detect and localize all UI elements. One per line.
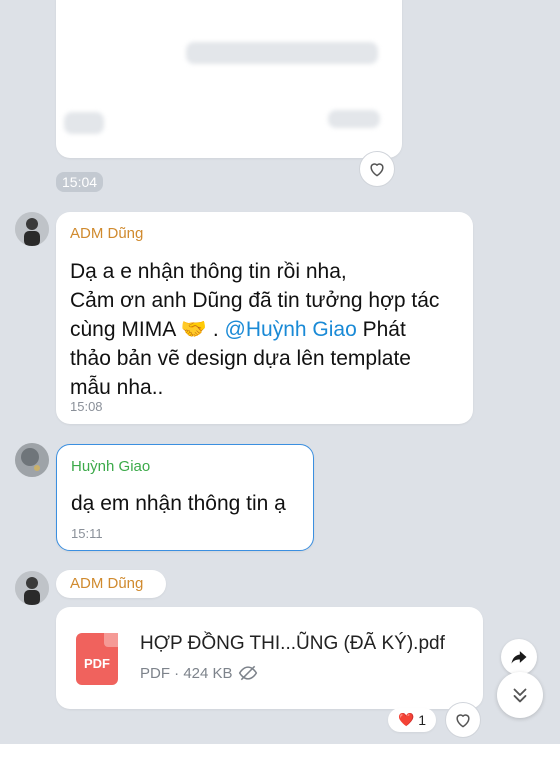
message-time: 15:04: [56, 172, 104, 192]
reaction-chip[interactable]: ❤️ 1: [388, 708, 436, 732]
heart-icon: [370, 163, 384, 177]
message-bubble[interactable]: ADM Dũng Dạ a e nhận thông tin rồi nha, …: [56, 212, 473, 424]
file-meta-row: PDF · 424 KB: [140, 663, 258, 683]
message-bubble-selected[interactable]: Huỳnh Giao dạ em nhận thông tin ạ 15:11: [56, 444, 314, 551]
avatar[interactable]: [15, 443, 49, 477]
message-line: mẫu nha..: [70, 376, 164, 399]
sender-name[interactable]: ADM Dũng: [70, 575, 143, 592]
heart-icon: [456, 714, 470, 728]
heart-reaction-icon: ❤️: [398, 712, 415, 727]
sender-name-chip[interactable]: ADM Dũng: [56, 570, 166, 598]
eye-off-icon: [238, 665, 257, 681]
reaction-count: 1: [418, 712, 426, 728]
message-text: dạ em nhận thông tin ạ: [71, 492, 286, 515]
blurred-content: [328, 110, 380, 128]
react-button[interactable]: [359, 151, 395, 187]
blurred-content: [186, 42, 378, 64]
file-meta: PDF · 424 KB: [140, 664, 233, 682]
share-button[interactable]: [501, 639, 537, 675]
message-line-part: Phát: [356, 318, 406, 341]
message-line: thảo bản vẽ design dựa lên template: [70, 347, 411, 370]
blurred-message-card[interactable]: [56, 0, 402, 158]
message-line: Dạ a e nhận thông tin rồi nha,: [70, 260, 347, 283]
blurred-content: [64, 112, 104, 134]
pdf-icon-label: PDF: [84, 656, 110, 671]
message-line: cùng MIMA 🤝 . @Huỳnh Giao Phát: [70, 315, 470, 344]
chevron-double-down-icon: [513, 688, 527, 703]
share-icon: [511, 651, 527, 664]
avatar[interactable]: [15, 212, 49, 246]
file-name: HỢP ĐỒNG THI...ŨNG (ĐÃ KÝ).pdf: [140, 633, 445, 654]
mention-link[interactable]: @Huỳnh Giao: [225, 318, 357, 341]
scroll-to-bottom-button[interactable]: [497, 672, 543, 718]
sender-name[interactable]: Huỳnh Giao: [71, 458, 150, 475]
file-attachment[interactable]: PDF HỢP ĐỒNG THI...ŨNG (ĐÃ KÝ).pdf PDF ·…: [56, 607, 483, 709]
avatar[interactable]: [15, 571, 49, 605]
message-line: Cảm ơn anh Dũng đã tin tưởng hợp tác: [70, 289, 440, 312]
react-button[interactable]: [445, 702, 481, 738]
next-message-preview: [0, 744, 560, 760]
pdf-file-icon: PDF: [76, 633, 118, 685]
message-time: 15:08: [70, 399, 103, 414]
message-time: 15:11: [71, 526, 103, 541]
message-text: Dạ a e nhận thông tin rồi nha, Cảm ơn an…: [70, 257, 470, 402]
message-line-part: cùng MIMA 🤝 .: [70, 318, 225, 341]
sender-name[interactable]: ADM Dũng: [70, 225, 143, 242]
